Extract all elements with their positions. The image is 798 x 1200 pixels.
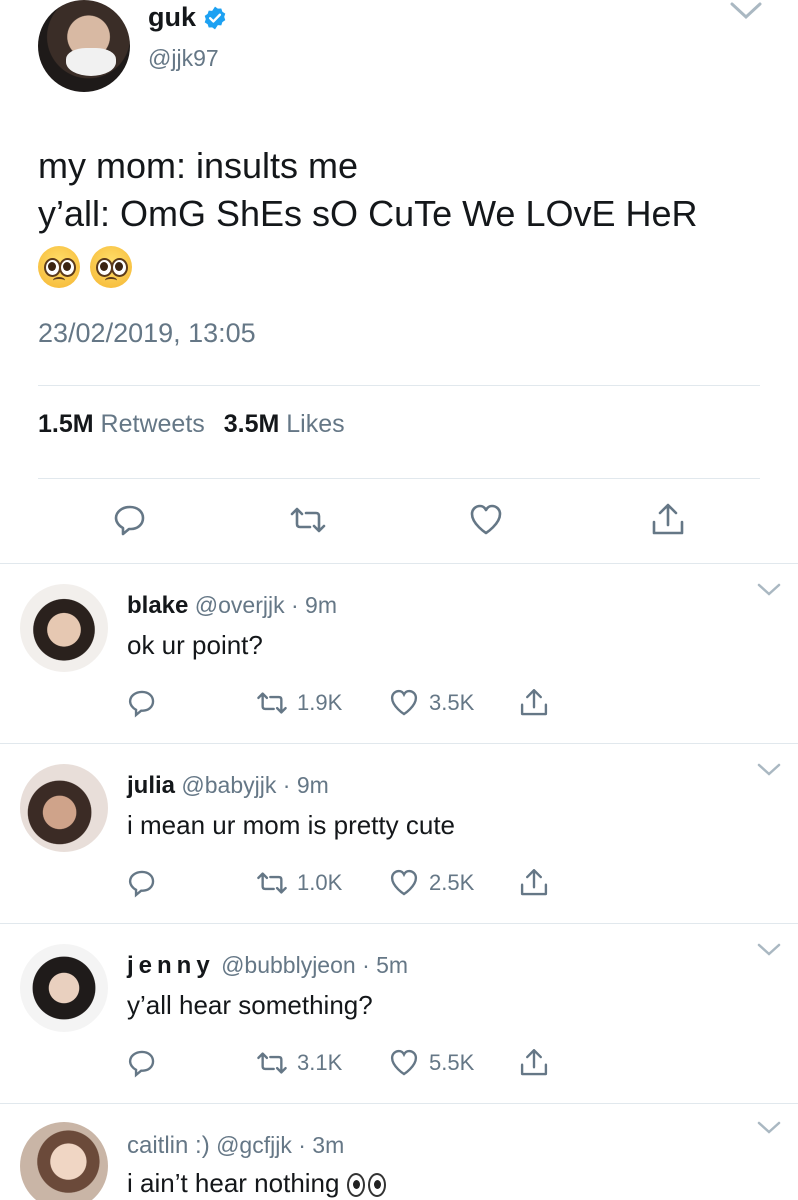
- heart-icon: [390, 1049, 418, 1076]
- like-action[interactable]: 3.5K: [387, 686, 474, 720]
- like-count: 5.5K: [429, 1050, 475, 1075]
- reply-header: julia @babyjjk · 9m: [127, 772, 329, 800]
- heart-icon: [390, 689, 418, 716]
- reply-author-name[interactable]: blake: [127, 592, 188, 619]
- reply-author-name[interactable]: jenny: [127, 952, 215, 979]
- reply-author-handle[interactable]: @overjjk: [195, 592, 285, 618]
- engagement-stats: 1.5M Retweets 3.5M Likes: [38, 410, 357, 439]
- reply-tweet[interactable]: blake @overjjk · 9m ok ur point? 1.9K 3.…: [0, 564, 798, 744]
- share-icon[interactable]: [517, 866, 551, 900]
- share-icon[interactable]: [517, 1046, 551, 1080]
- separator-dot: ·: [362, 952, 370, 978]
- reply-icon[interactable]: [125, 686, 159, 720]
- reply-author-name[interactable]: caitlin :): [127, 1132, 210, 1159]
- retweet-icon: [257, 692, 287, 714]
- reply-author-name[interactable]: julia: [127, 772, 175, 799]
- reply-tweet[interactable]: julia @babyjjk · 9m i mean ur mom is pre…: [0, 744, 798, 924]
- avatar[interactable]: [20, 764, 108, 852]
- separator-dot: ·: [298, 1132, 306, 1158]
- retweet-action[interactable]: 1.9K: [255, 686, 342, 720]
- avatar-face-mask: [66, 48, 116, 76]
- reply-author-handle[interactable]: @babyjjk: [181, 772, 276, 798]
- avatar[interactable]: [20, 1122, 108, 1200]
- emoji-row: [38, 246, 132, 288]
- reply-actions: 1.0K 2.5K: [125, 866, 575, 906]
- reply-header: caitlin :) @gcfjjk · 3m: [127, 1132, 344, 1160]
- avatar[interactable]: [20, 944, 108, 1032]
- tweet-timestamp[interactable]: 23/02/2019, 13:05: [38, 318, 256, 349]
- like-count: 2.5K: [429, 870, 475, 895]
- author-name[interactable]: guk: [148, 2, 196, 33]
- separator-dot: ·: [282, 772, 291, 798]
- reply-actions: 1.9K 3.5K: [125, 686, 575, 726]
- like-action[interactable]: 2.5K: [387, 866, 474, 900]
- author-handle[interactable]: @jjk97: [148, 45, 219, 72]
- retweet-action[interactable]: 3.1K: [255, 1046, 342, 1080]
- tweet-text-line: my mom: insults me: [38, 145, 359, 186]
- verified-badge-icon: [204, 6, 226, 29]
- avatar[interactable]: [20, 584, 108, 672]
- retweet-icon: [257, 872, 287, 894]
- retweets-count[interactable]: 1.5M: [38, 410, 94, 438]
- chevron-down-icon[interactable]: [756, 762, 782, 778]
- reply-time[interactable]: 9m: [297, 772, 329, 798]
- chevron-down-icon[interactable]: [756, 942, 782, 958]
- like-action[interactable]: 5.5K: [387, 1046, 474, 1080]
- retweet-count: 1.0K: [297, 870, 343, 895]
- retweet-icon: [257, 1052, 287, 1074]
- chevron-down-icon[interactable]: [756, 582, 782, 598]
- reply-header: jenny @bubblyjeon · 5m: [127, 952, 408, 980]
- pleading-face-emoji-icon: [90, 246, 132, 288]
- likes-count[interactable]: 3.5M: [224, 410, 280, 438]
- reply-author-handle[interactable]: @bubblyjeon: [221, 952, 356, 978]
- reply-icon[interactable]: [125, 866, 159, 900]
- retweet-icon[interactable]: [288, 500, 328, 540]
- like-count: 3.5K: [429, 690, 475, 715]
- reply-text: i ain’t hear nothing: [127, 1168, 340, 1198]
- tweet-text-line: y’all: OmG ShEs sO CuTe We LOvE HeR: [38, 193, 698, 234]
- pleading-face-emoji-icon: [38, 246, 80, 288]
- author-name-row[interactable]: guk: [148, 2, 228, 33]
- chevron-down-icon[interactable]: [756, 1120, 782, 1136]
- author-avatar[interactable]: [38, 0, 130, 92]
- reply-text: y’all hear something?: [127, 990, 373, 1020]
- retweets-label[interactable]: Retweets: [101, 410, 205, 438]
- share-icon[interactable]: [648, 500, 688, 540]
- divider: [38, 385, 760, 386]
- chevron-down-icon[interactable]: [728, 0, 764, 22]
- likes-label[interactable]: Likes: [286, 410, 344, 438]
- reply-header: blake @overjjk · 9m: [127, 592, 337, 620]
- divider: [38, 478, 760, 479]
- heart-icon: [390, 869, 418, 896]
- tweet-text: my mom: insults me y’all: OmG ShEs sO Cu…: [38, 142, 698, 238]
- retweet-count: 1.9K: [297, 690, 343, 715]
- reply-text-row: i ain’t hear nothing: [127, 1168, 386, 1199]
- reply-time[interactable]: 3m: [312, 1132, 344, 1158]
- reply-text: i mean ur mom is pretty cute: [127, 810, 455, 840]
- reply-tweet[interactable]: jenny @bubblyjeon · 5m y’all hear someth…: [0, 924, 798, 1104]
- reply-text: ok ur point?: [127, 630, 263, 660]
- eyes-emoji-icon: [346, 1173, 386, 1198]
- reply-author-handle[interactable]: @gcfjjk: [216, 1132, 292, 1158]
- retweet-action[interactable]: 1.0K: [255, 866, 342, 900]
- retweet-count: 3.1K: [297, 1050, 343, 1075]
- reply-time[interactable]: 9m: [305, 592, 337, 618]
- reply-tweet[interactable]: caitlin :) @gcfjjk · 3m i ain’t hear not…: [0, 1104, 798, 1200]
- reply-icon[interactable]: [110, 500, 150, 540]
- heart-icon[interactable]: [466, 500, 506, 540]
- reply-icon[interactable]: [125, 1046, 159, 1080]
- main-tweet: guk @jjk97 my mom: insults me y’all: OmG…: [0, 0, 798, 560]
- reply-actions: 3.1K 5.5K: [125, 1046, 575, 1086]
- share-icon[interactable]: [517, 686, 551, 720]
- separator-dot: ·: [290, 592, 299, 618]
- reply-time[interactable]: 5m: [376, 952, 408, 978]
